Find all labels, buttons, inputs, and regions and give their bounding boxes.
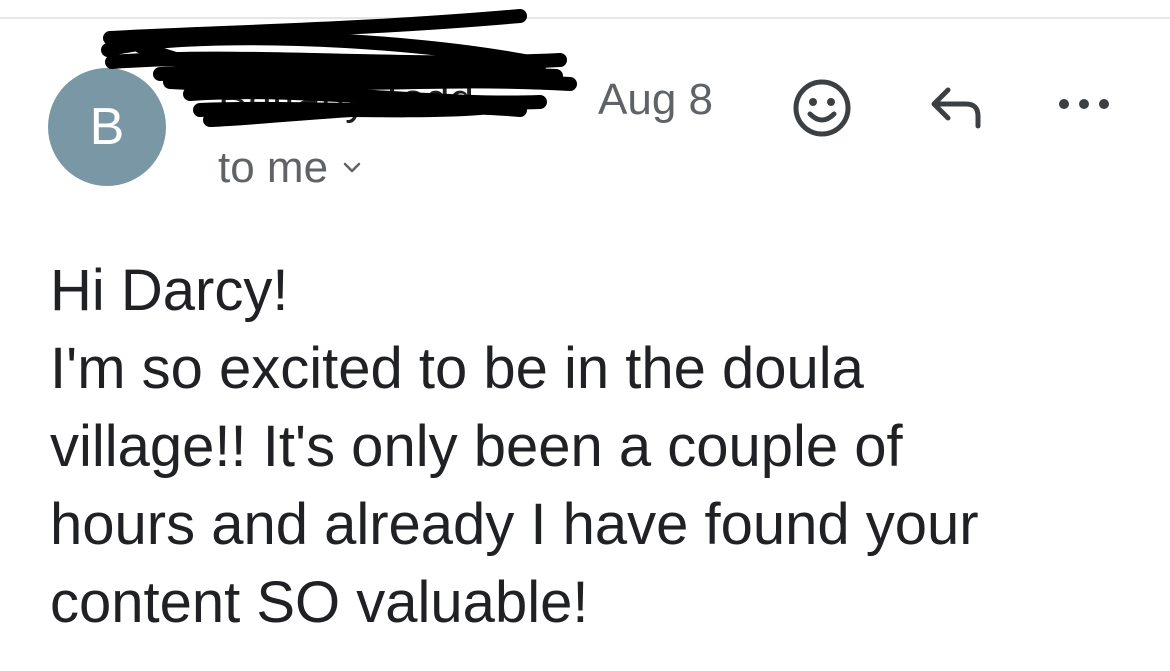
smiley-face-icon <box>793 79 851 137</box>
email-date: Aug 8 <box>598 75 713 124</box>
recipient-toggle[interactable]: to me <box>218 140 362 196</box>
body-line-greeting: Hi Darcy! <box>50 258 289 323</box>
reply-button[interactable] <box>926 80 986 136</box>
body-line: content SO valuable! <box>50 570 589 635</box>
reply-arrow-icon <box>931 87 981 129</box>
email-body: Hi Darcy! I'm so excited to be in the do… <box>50 252 1150 642</box>
more-horizontal-icon <box>1059 99 1109 109</box>
chevron-down-icon <box>343 162 361 173</box>
body-line: hours and already I have found your <box>50 492 979 557</box>
body-line: I'm so excited to be in the doula <box>50 336 864 401</box>
emoji-reaction-button[interactable] <box>790 76 854 140</box>
more-options-button[interactable] <box>1052 84 1116 124</box>
redaction-scribble <box>101 9 577 127</box>
recipient-label: to me <box>218 143 329 192</box>
body-line: village!! It's only been a couple of <box>50 414 903 479</box>
